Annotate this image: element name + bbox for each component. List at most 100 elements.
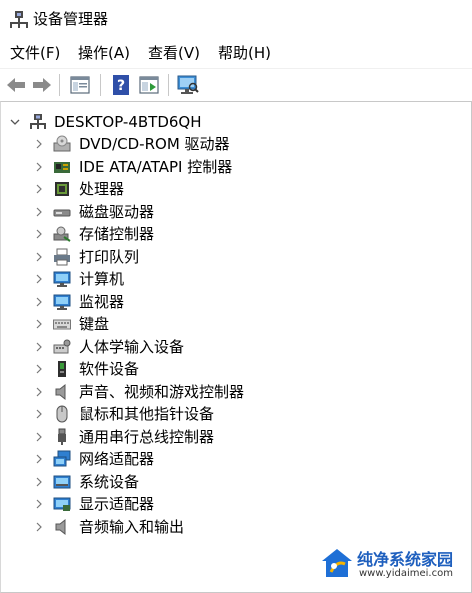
chevron-down-icon[interactable]: [9, 114, 21, 130]
window-title: 设备管理器: [33, 10, 109, 28]
tree-item-label: 音频输入和输出: [79, 517, 185, 536]
chevron-right-icon[interactable]: [33, 136, 45, 152]
tree-item-label: 计算机: [79, 270, 125, 288]
tree-item-label: 声音、视频和游戏控制器: [79, 382, 245, 401]
tree-item[interactable]: 人体学输入设备: [1, 336, 461, 358]
tree-item[interactable]: 存储控制器: [1, 223, 461, 245]
storage-controller-icon: [53, 226, 71, 242]
tree-item-label: 监视器: [79, 292, 125, 311]
menu-action[interactable]: 操作(A): [78, 43, 130, 63]
system-device-icon: [53, 475, 71, 488]
keyboard-icon: [53, 319, 71, 330]
hid-icon: [53, 339, 71, 353]
device-manager-icon: [10, 11, 28, 28]
tree-item[interactable]: 键盘: [1, 313, 461, 335]
tree-item[interactable]: 鼠标和其他指针设备: [1, 403, 461, 425]
chevron-right-icon[interactable]: [33, 339, 45, 355]
tree-item-label: 打印队列: [79, 247, 140, 266]
computer-icon: [53, 271, 71, 287]
toolbar: ?: [0, 68, 472, 101]
display-adapter-icon: [53, 497, 71, 511]
tree-item[interactable]: 显示适配器: [1, 493, 461, 515]
tree-item-label: DVD/CD-ROM 驱动器: [79, 135, 230, 153]
watermark-url: www.yidaimei.com: [359, 568, 453, 579]
ide-controller-icon: [54, 161, 70, 173]
toolbar-separator: [168, 74, 169, 96]
software-device-icon: [58, 361, 66, 377]
tree-item-label: 处理器: [79, 180, 125, 198]
chevron-right-icon[interactable]: [33, 181, 45, 197]
chevron-right-icon[interactable]: [33, 271, 45, 287]
show-hidden-icon[interactable]: [137, 73, 161, 97]
menu-help[interactable]: 帮助(H): [218, 43, 271, 63]
device-tree: DESKTOP-4BTD6QH DVD/CD-ROM 驱动器 IDE ATA/AT…: [0, 101, 472, 593]
dvd-drive-icon: [53, 135, 71, 152]
tree-item[interactable]: 处理器: [1, 178, 461, 200]
tree-item[interactable]: 网络适配器: [1, 448, 461, 470]
watermark-logo-icon: [322, 549, 352, 577]
svg-text:?: ?: [117, 78, 125, 94]
chevron-right-icon[interactable]: [33, 451, 45, 467]
tree-item-label: 软件设备: [79, 360, 140, 378]
tree-item-label: 网络适配器: [79, 450, 155, 468]
toolbar-separator: [59, 74, 60, 96]
chevron-right-icon[interactable]: [33, 204, 45, 220]
tree-item[interactable]: 监视器: [1, 291, 461, 313]
tree-item[interactable]: 系统设备: [1, 471, 461, 493]
mouse-icon: [56, 405, 68, 423]
usb-icon: [58, 428, 66, 445]
tree-item-label: 键盘: [79, 315, 110, 333]
toolbar-separator: [100, 74, 101, 96]
chevron-right-icon[interactable]: [33, 519, 45, 535]
tree-root[interactable]: DESKTOP-4BTD6QH: [1, 111, 461, 133]
menu-file[interactable]: 文件(F): [10, 43, 60, 63]
chevron-right-icon[interactable]: [33, 316, 45, 332]
chevron-right-icon[interactable]: [33, 361, 45, 377]
printer-icon: [54, 248, 70, 265]
chevron-right-icon[interactable]: [33, 474, 45, 490]
speaker-icon: [55, 383, 66, 400]
title-bar: 设备管理器: [0, 0, 472, 38]
tree-item-label: 鼠标和其他指针设备: [79, 405, 215, 423]
tree-item[interactable]: 通用串行总线控制器: [1, 426, 461, 448]
chevron-right-icon[interactable]: [33, 249, 45, 265]
tree-item[interactable]: 计算机: [1, 268, 461, 290]
back-arrow-icon[interactable]: [4, 73, 28, 97]
chevron-right-icon[interactable]: [33, 429, 45, 445]
tree-item-label: 通用串行总线控制器: [79, 427, 215, 446]
tree-item-label: 系统设备: [79, 472, 140, 491]
chevron-right-icon[interactable]: [33, 496, 45, 512]
tree-item[interactable]: IDE ATA/ATAPI 控制器: [1, 156, 461, 178]
tree-item-label: 磁盘驱动器: [79, 202, 155, 221]
chevron-right-icon[interactable]: [33, 294, 45, 310]
tree-item[interactable]: 打印队列: [1, 246, 461, 268]
computer-tree-icon: [30, 114, 46, 129]
network-adapter-icon: [53, 450, 71, 467]
tree-item-label: IDE ATA/ATAPI 控制器: [79, 157, 233, 176]
forward-arrow-icon[interactable]: [30, 73, 54, 97]
chevron-right-icon[interactable]: [33, 226, 45, 242]
tree-item[interactable]: DVD/CD-ROM 驱动器: [1, 133, 461, 155]
tree-item-label: 人体学输入设备: [79, 337, 185, 356]
processor-icon: [55, 182, 69, 196]
tree-item[interactable]: 软件设备: [1, 358, 461, 380]
properties-icon[interactable]: [68, 73, 92, 97]
scan-hardware-icon[interactable]: [176, 73, 200, 97]
tree-item[interactable]: 音频输入和输出: [1, 516, 461, 538]
menu-bar: 文件(F) 操作(A) 查看(V) 帮助(H): [0, 40, 472, 66]
tree-root-label: DESKTOP-4BTD6QH: [54, 113, 202, 131]
monitor-icon: [53, 294, 71, 310]
chevron-right-icon[interactable]: [33, 159, 45, 175]
watermark: 纯净系统家园 www.yidaimei.com: [317, 544, 467, 588]
tree-item[interactable]: 磁盘驱动器: [1, 201, 461, 223]
audio-io-icon: [55, 518, 66, 535]
tree-item[interactable]: 声音、视频和游戏控制器: [1, 381, 461, 403]
chevron-right-icon[interactable]: [33, 384, 45, 400]
chevron-right-icon[interactable]: [33, 406, 45, 422]
tree-item-label: 显示适配器: [79, 495, 155, 513]
help-icon[interactable]: ?: [109, 73, 133, 97]
menu-view[interactable]: 查看(V): [148, 43, 200, 63]
watermark-title: 纯净系统家园: [357, 550, 454, 569]
tree-item-label: 存储控制器: [79, 225, 155, 243]
disk-drive-icon: [53, 209, 71, 216]
